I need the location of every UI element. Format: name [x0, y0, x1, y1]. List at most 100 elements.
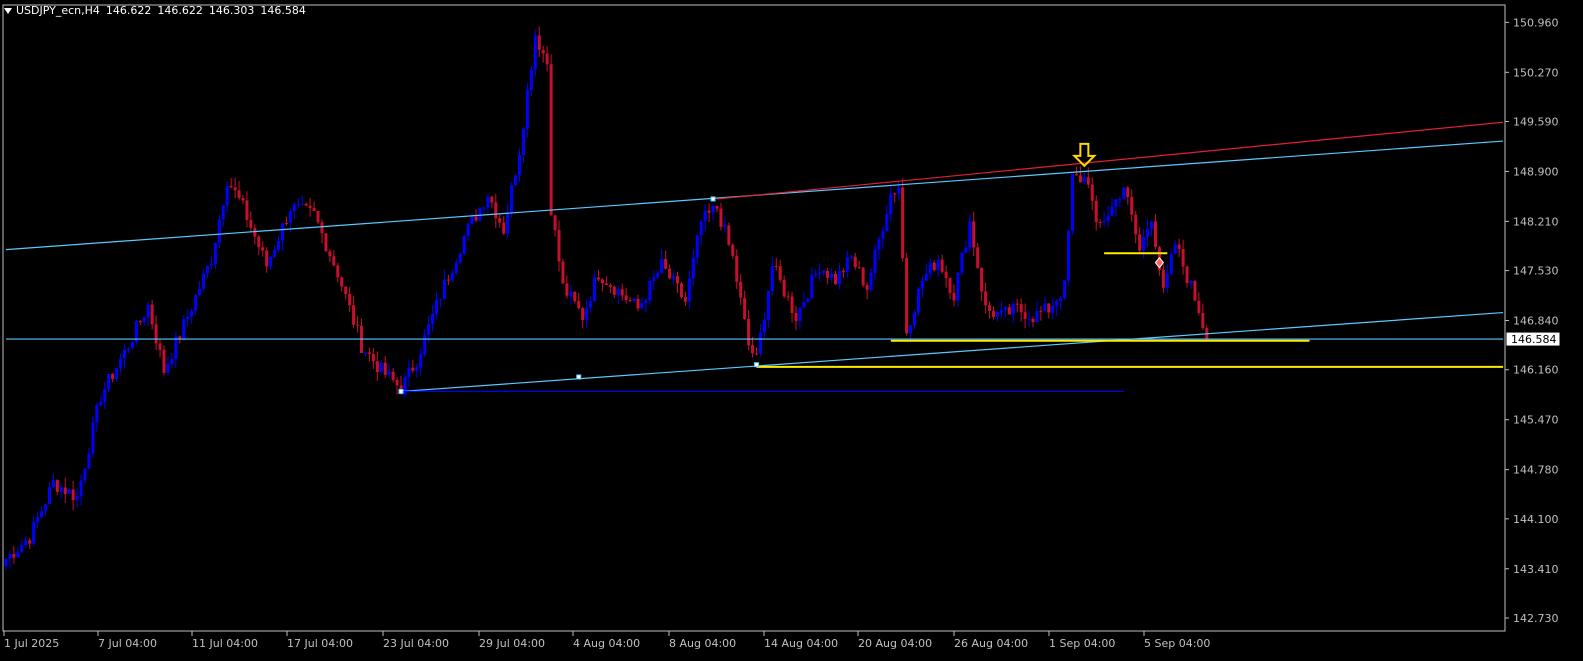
x-tick-label: 1 Sep 04:00 — [1049, 637, 1115, 650]
candle-body — [300, 203, 304, 205]
candle-body — [837, 270, 841, 285]
x-tick-label: 5 Sep 04:00 — [1144, 637, 1210, 650]
candle-body — [1193, 281, 1197, 301]
candle-body — [316, 210, 320, 223]
dropdown-triangle-icon[interactable] — [4, 8, 12, 14]
close-price: 146.584 — [260, 4, 306, 17]
candle-body — [415, 367, 419, 371]
candle-body — [391, 371, 395, 380]
candle-body — [288, 211, 292, 224]
candle-body — [182, 319, 186, 339]
candle-body — [593, 277, 597, 302]
x-tick-label: 14 Aug 04:00 — [764, 637, 838, 650]
candle-body — [668, 268, 672, 279]
candle-body — [936, 259, 940, 271]
candle-body — [711, 206, 715, 213]
candle-body — [367, 352, 371, 354]
candle-body — [869, 272, 873, 290]
candle-body — [146, 304, 150, 318]
candle-body — [1146, 228, 1150, 238]
trend-lines — [5, 121, 1504, 393]
candle-body — [968, 221, 972, 248]
candle-body — [521, 128, 525, 156]
candle-body — [525, 89, 529, 129]
candle-body — [999, 310, 1003, 313]
candle-body — [1003, 307, 1007, 311]
x-axis: 1 Jul 2025 7 Jul 04:00 11 Jul 04:00 17 Jul … — [3, 631, 1210, 650]
candle-body — [1173, 244, 1177, 254]
y-tick-label: 150.270 — [1513, 66, 1559, 79]
candle-body — [107, 374, 111, 390]
candle-body — [628, 300, 632, 302]
y-tick-label: 142.730 — [1513, 612, 1559, 625]
candle-body — [1177, 244, 1181, 249]
candle-body — [541, 49, 545, 54]
candle-body — [1078, 175, 1082, 183]
candle-body — [79, 480, 83, 497]
candle-body — [909, 325, 913, 334]
candle-body — [16, 551, 20, 558]
candle-body — [1126, 187, 1130, 198]
candle-body — [881, 231, 885, 240]
candle-body — [845, 257, 849, 273]
candle-body — [699, 221, 703, 236]
candle-body — [154, 324, 158, 344]
candle-body — [292, 204, 296, 212]
candle-body — [1142, 237, 1146, 251]
x-tick-label: 11 Jul 04:00 — [192, 637, 258, 650]
y-tick-label: 147.530 — [1513, 265, 1559, 278]
candle-body — [585, 307, 589, 320]
candle-body — [1007, 307, 1011, 315]
candle-body — [952, 292, 956, 301]
candle-body — [600, 279, 604, 284]
trend-line-resistance — [716, 121, 1504, 200]
candle-body — [51, 480, 55, 488]
chart-window[interactable]: 150.960 150.270 149.590 148.900 148.210 147.5… — [0, 0, 1583, 661]
candle-body — [695, 235, 699, 258]
candle-body — [1055, 300, 1059, 306]
candle-body — [897, 187, 901, 194]
candle-body — [1047, 303, 1051, 313]
candle-body — [1201, 312, 1205, 329]
candle-body — [87, 453, 91, 469]
candle-body — [1138, 234, 1142, 251]
candle-body — [557, 230, 561, 262]
candle-body — [502, 222, 506, 234]
candle-body — [435, 299, 439, 314]
candle-body — [1035, 310, 1039, 323]
candle-body — [612, 286, 616, 295]
x-tick-label: 26 Aug 04:00 — [954, 637, 1028, 650]
candle-body — [565, 283, 569, 296]
candle-body — [229, 185, 233, 188]
candle-body — [620, 289, 624, 296]
candle-body — [462, 235, 466, 254]
plot-frame — [2, 4, 1506, 632]
candle-body — [67, 489, 71, 495]
candle-body — [1102, 221, 1106, 223]
candle-body — [1114, 199, 1118, 207]
low-price: 146.303 — [208, 4, 255, 17]
candle-body — [221, 205, 225, 220]
candle-body — [577, 301, 581, 309]
candle-body — [356, 324, 360, 326]
candle-body — [589, 301, 593, 308]
candle-body — [1098, 221, 1102, 223]
candle-body — [984, 291, 988, 306]
candle-body — [91, 422, 95, 454]
candle-body — [794, 313, 798, 321]
candle-body — [873, 249, 877, 273]
candle-body — [1118, 199, 1122, 201]
candle-body — [47, 487, 51, 505]
candle-body — [237, 190, 241, 199]
candle-body — [762, 319, 766, 333]
candlestick-chart[interactable]: 150.960 150.270 149.590 148.900 148.210 147.5… — [0, 0, 1583, 661]
candle-body — [482, 207, 486, 209]
y-tick-label: 150.960 — [1513, 16, 1559, 29]
candles — [4, 26, 1209, 570]
candle-body — [1019, 304, 1023, 313]
candle-body — [972, 221, 976, 248]
candle-body — [186, 316, 190, 320]
candle-body — [818, 272, 822, 274]
candle-body — [995, 312, 999, 317]
candle-body — [1086, 177, 1090, 185]
